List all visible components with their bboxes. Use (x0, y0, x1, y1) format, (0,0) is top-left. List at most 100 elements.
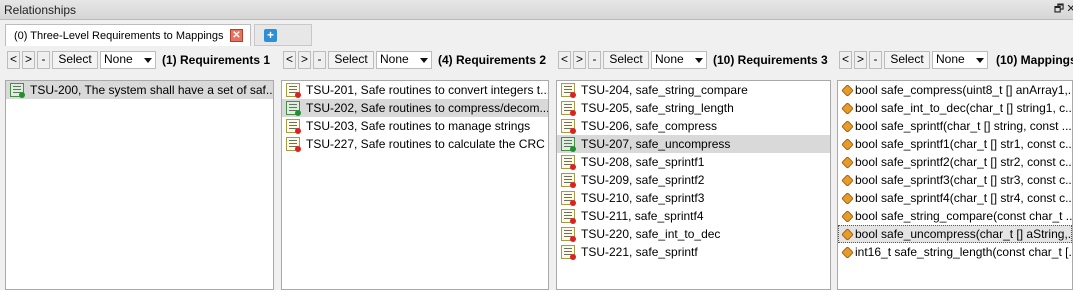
mapping-icon (841, 174, 854, 187)
close-icon[interactable]: ✕ (1064, 2, 1073, 16)
tab-close-icon[interactable]: ✕ (230, 29, 243, 42)
list-item-label: bool safe_compress(uint8_t [] anArray1,.… (855, 83, 1072, 97)
chevron-down-icon (976, 58, 984, 63)
tab-label: (0) Three-Level Requirements to Mappings (14, 30, 224, 42)
select-button[interactable]: Select (603, 51, 649, 69)
filter-select[interactable]: None (651, 51, 707, 69)
list-item[interactable]: int16_t safe_string_length(const char_t … (838, 243, 1072, 261)
mapping-icon (841, 102, 854, 115)
select-button[interactable]: Select (328, 51, 374, 69)
next-button[interactable]: > (854, 51, 867, 69)
item-list[interactable]: TSU-204, safe_string_compare TSU-205, sa… (556, 80, 831, 290)
list-item-label: TSU-204, safe_string_compare (581, 83, 748, 97)
next-button[interactable]: > (573, 51, 586, 69)
panel-title: (4) Requirements 2 (438, 53, 547, 67)
list-item[interactable]: bool safe_sprintf4(char_t [] str4, const… (838, 189, 1072, 207)
mapping-icon (841, 246, 854, 259)
prev-button[interactable]: < (283, 51, 296, 69)
requirement-icon (561, 137, 576, 152)
list-item[interactable]: bool safe_sprintf3(char_t [] str3, const… (838, 171, 1072, 189)
panel-title: (10) Mappings (996, 53, 1073, 67)
chevron-down-icon (420, 58, 428, 63)
list-item[interactable]: TSU-200, The system shall have a set of … (6, 81, 273, 99)
list-item-label: TSU-200, The system shall have a set of … (30, 83, 273, 97)
list-item-label: TSU-202, Safe routines to compress/decom… (306, 101, 548, 115)
list-item[interactable]: TSU-202, Safe routines to compress/decom… (282, 99, 548, 117)
list-item-label: bool safe_sprintf2(char_t [] str2, const… (855, 155, 1072, 169)
requirement-icon (561, 191, 576, 206)
requirement-icon (561, 101, 576, 116)
list-item-label: bool safe_sprintf4(char_t [] str4, const… (855, 191, 1072, 205)
list-item-label: TSU-206, safe_compress (581, 119, 718, 133)
requirement-icon (561, 173, 576, 188)
requirement-icon (561, 227, 576, 242)
filter-select[interactable]: None (376, 51, 432, 69)
prev-button[interactable]: < (7, 51, 20, 69)
next-button[interactable]: > (22, 51, 35, 69)
list-item-label: TSU-208, safe_sprintf1 (581, 155, 705, 169)
mapping-icon (841, 138, 854, 151)
filter-value: None (655, 52, 684, 66)
panel-requirements-2: < > - Select None (4) Requirements 2 TSU… (281, 48, 549, 290)
list-item[interactable]: TSU-205, safe_string_length (557, 99, 830, 117)
filter-select[interactable]: None (932, 51, 988, 69)
item-list[interactable]: bool safe_compress(uint8_t [] anArray1,.… (837, 80, 1073, 290)
requirement-icon (286, 101, 301, 116)
panel-toolbar: < > - Select None (10) Mappings (837, 48, 1073, 72)
next-button[interactable]: > (298, 51, 311, 69)
plus-icon: + (264, 29, 277, 42)
list-item[interactable]: TSU-201, Safe routines to convert intege… (282, 81, 548, 99)
list-item[interactable]: TSU-206, safe_compress (557, 117, 830, 135)
panel-toolbar: < > - Select None (4) Requirements 2 (281, 48, 549, 72)
panel-title: (10) Requirements 3 (713, 53, 828, 67)
add-tab-button[interactable]: + (254, 24, 312, 46)
list-item[interactable]: TSU-227, Safe routines to calculate the … (282, 135, 548, 153)
list-item[interactable]: TSU-221, safe_sprintf (557, 243, 830, 261)
requirement-icon (561, 155, 576, 170)
list-item[interactable]: bool safe_uncompress(char_t [] aString,.… (838, 225, 1072, 243)
list-item[interactable]: TSU-209, safe_sprintf2 (557, 171, 830, 189)
requirement-icon (286, 137, 301, 152)
list-item[interactable]: TSU-207, safe_uncompress (557, 135, 830, 153)
requirement-icon (10, 83, 25, 98)
list-item[interactable]: bool safe_string_compare(const char_t ..… (838, 207, 1072, 225)
list-item[interactable]: TSU-211, safe_sprintf4 (557, 207, 830, 225)
panel-toolbar: < > - Select None (1) Requirements 1 (5, 48, 274, 72)
list-item[interactable]: TSU-210, safe_sprintf3 (557, 189, 830, 207)
tab-three-level-requirements[interactable]: (0) Three-Level Requirements to Mappings… (5, 24, 251, 46)
list-item-label: TSU-203, Safe routines to manage strings (306, 119, 531, 133)
prev-button[interactable]: < (839, 51, 852, 69)
list-item[interactable]: bool safe_compress(uint8_t [] anArray1,.… (838, 81, 1072, 99)
mapping-icon (841, 156, 854, 169)
requirement-icon (561, 209, 576, 224)
list-item-label: bool safe_sprintf(char_t [] string, cons… (855, 119, 1072, 133)
item-list[interactable]: TSU-201, Safe routines to convert intege… (281, 80, 549, 290)
tab-strip: (0) Three-Level Requirements to Mappings… (0, 21, 1073, 46)
chevron-down-icon (144, 58, 152, 63)
item-list[interactable]: TSU-200, The system shall have a set of … (5, 80, 274, 290)
list-item[interactable]: bool safe_sprintf1(char_t [] str1, const… (838, 135, 1072, 153)
collapse-button[interactable]: - (869, 51, 882, 69)
filter-select[interactable]: None (100, 51, 156, 69)
select-button[interactable]: Select (52, 51, 98, 69)
mapping-icon (841, 228, 854, 241)
requirement-icon (286, 83, 301, 98)
list-item[interactable]: TSU-203, Safe routines to manage strings (282, 117, 548, 135)
list-item-label: bool safe_uncompress(char_t [] aString,.… (855, 227, 1072, 241)
list-item[interactable]: TSU-208, safe_sprintf1 (557, 153, 830, 171)
window-titlebar: Relationships 🗗 ✕ (0, 0, 1073, 20)
select-button[interactable]: Select (884, 51, 930, 69)
mapping-icon (841, 210, 854, 223)
collapse-button[interactable]: - (37, 51, 50, 69)
list-item[interactable]: bool safe_sprintf2(char_t [] str2, const… (838, 153, 1072, 171)
panel-title: (1) Requirements 1 (162, 53, 271, 67)
collapse-button[interactable]: - (313, 51, 326, 69)
list-item[interactable]: bool safe_sprintf(char_t [] string, cons… (838, 117, 1072, 135)
filter-value: None (104, 52, 133, 66)
list-item[interactable]: bool safe_int_to_dec(char_t [] string1, … (838, 99, 1072, 117)
prev-button[interactable]: < (558, 51, 571, 69)
list-item[interactable]: TSU-220, safe_int_to_dec (557, 225, 830, 243)
list-item[interactable]: TSU-204, safe_string_compare (557, 81, 830, 99)
list-item-label: TSU-205, safe_string_length (581, 101, 734, 115)
collapse-button[interactable]: - (588, 51, 601, 69)
